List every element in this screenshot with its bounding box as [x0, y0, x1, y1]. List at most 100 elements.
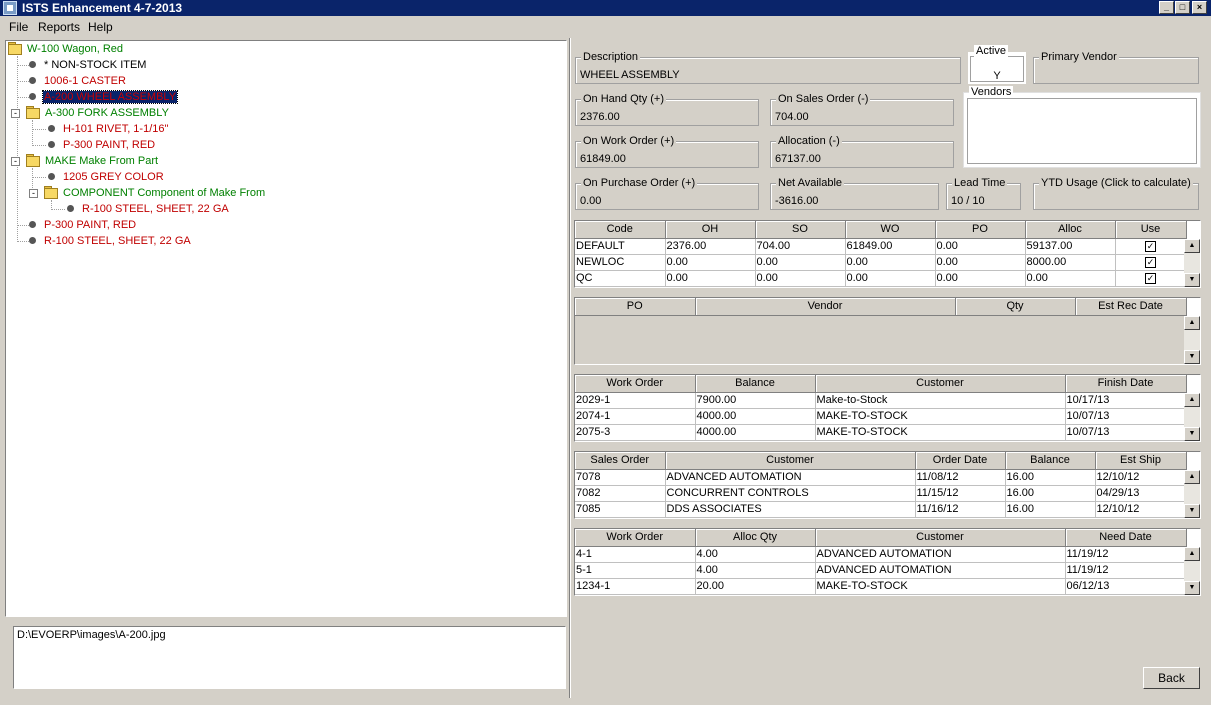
column-header[interactable]: Qty [955, 298, 1076, 316]
column-header[interactable]: Balance [1005, 452, 1096, 470]
menu-reports[interactable]: Reports [38, 20, 80, 34]
column-header[interactable]: Need Date [1065, 529, 1187, 547]
scrollbar[interactable]: ▲ ▼ [1184, 547, 1200, 595]
scrollbar[interactable]: ▲ ▼ [1184, 239, 1200, 287]
column-header[interactable]: Est Ship [1095, 452, 1187, 470]
scroll-up-icon[interactable]: ▲ [1184, 393, 1200, 407]
minimize-button[interactable]: _ [1159, 1, 1174, 14]
column-header[interactable]: Balance [695, 375, 816, 393]
scroll-down-icon[interactable]: ▼ [1184, 427, 1200, 441]
work-orders-grid[interactable]: Work Order Balance Customer Finish Date … [574, 374, 1201, 442]
column-header[interactable]: Vendor [695, 298, 956, 316]
menu-bar: File Reports Help [0, 17, 1211, 37]
grid-header-row: Code OH SO WO PO Alloc Use [575, 221, 1187, 239]
column-header[interactable]: Use [1115, 221, 1187, 239]
splitter[interactable] [569, 38, 571, 698]
item-bullet-icon [48, 173, 55, 180]
table-row[interactable]: DEFAULT 2376.00 704.00 61849.00 0.00 591… [575, 238, 1187, 255]
scroll-up-icon[interactable]: ▲ [1184, 316, 1200, 330]
scrollbar[interactable]: ▲ ▼ [1184, 393, 1200, 441]
sales-orders-grid[interactable]: Sales Order Customer Order Date Balance … [574, 451, 1201, 519]
scroll-down-icon[interactable]: ▼ [1184, 504, 1200, 518]
table-row[interactable]: 7085 DDS ASSOCIATES 11/16/12 16.00 12/10… [575, 501, 1187, 518]
column-header[interactable]: Finish Date [1065, 375, 1187, 393]
tree-node-selected[interactable]: A-200 WHEEL ASSEMBLY [29, 89, 179, 105]
tree-node[interactable]: H-101 RIVET, 1-1/16" [48, 121, 169, 137]
column-header[interactable]: Alloc Qty [695, 529, 816, 547]
scroll-down-icon[interactable]: ▼ [1184, 581, 1200, 595]
table-row[interactable]: 2029-1 7900.00 Make-to-Stock 10/17/13 [575, 392, 1187, 409]
scroll-up-icon[interactable]: ▲ [1184, 239, 1200, 253]
close-button[interactable]: × [1192, 1, 1207, 14]
tree-node[interactable]: COMPONENT Component of Make From [44, 185, 266, 201]
tree-node[interactable]: * NON-STOCK ITEM [29, 57, 147, 73]
table-row[interactable]: 5-1 4.00 ADVANCED AUTOMATION 11/19/12 [575, 562, 1187, 579]
tree-node[interactable]: R-100 STEEL, SHEET, 22 GA [67, 201, 230, 217]
column-header[interactable]: PO [575, 298, 696, 316]
description-value[interactable]: WHEEL ASSEMBLY [580, 69, 680, 81]
maximize-button[interactable]: □ [1175, 1, 1190, 14]
column-header[interactable]: OH [665, 221, 756, 239]
collapse-toggle[interactable]: - [11, 157, 20, 166]
column-header[interactable]: Customer [665, 452, 916, 470]
table-row[interactable]: 2074-1 4000.00 MAKE-TO-STOCK 10/07/13 [575, 408, 1187, 425]
collapse-toggle[interactable]: - [29, 189, 38, 198]
column-header[interactable]: Work Order [575, 375, 696, 393]
active-value[interactable]: Y [968, 70, 1026, 82]
menu-file[interactable]: File [9, 20, 28, 34]
use-checkbox[interactable]: ✓ [1145, 272, 1156, 284]
use-checkbox[interactable]: ✓ [1145, 256, 1156, 268]
scroll-up-icon[interactable]: ▲ [1184, 547, 1200, 561]
tree-node[interactable]: 1205 GREY COLOR [48, 169, 165, 185]
window-title: ISTS Enhancement 4-7-2013 [22, 1, 183, 15]
back-button[interactable]: Back [1143, 667, 1200, 689]
column-header[interactable]: Alloc [1025, 221, 1116, 239]
item-bullet-icon [29, 221, 36, 228]
column-header[interactable]: SO [755, 221, 846, 239]
menu-help[interactable]: Help [88, 20, 113, 34]
grid-header-row: Sales Order Customer Order Date Balance … [575, 452, 1187, 470]
tree-node[interactable]: A-300 FORK ASSEMBLY [26, 105, 170, 121]
tree-node[interactable]: R-100 STEEL, SHEET, 22 GA [29, 233, 192, 249]
allocations-grid[interactable]: Work Order Alloc Qty Customer Need Date … [574, 528, 1201, 596]
column-header[interactable]: Est Rec Date [1075, 298, 1187, 316]
table-row[interactable]: 7078 ADVANCED AUTOMATION 11/08/12 16.00 … [575, 469, 1187, 486]
use-checkbox[interactable]: ✓ [1145, 240, 1156, 252]
scroll-up-icon[interactable]: ▲ [1184, 470, 1200, 484]
column-header[interactable]: Customer [815, 529, 1066, 547]
item-bullet-icon [29, 61, 36, 68]
scrollbar[interactable]: ▲ ▼ [1184, 470, 1200, 518]
locations-grid[interactable]: Code OH SO WO PO Alloc Use DEFAULT 2376.… [574, 220, 1201, 288]
tree-node[interactable]: 1006-1 CASTER [29, 73, 127, 89]
tree-node[interactable]: P-300 PAINT, RED [29, 217, 137, 233]
table-row[interactable]: 1234-1 20.00 MAKE-TO-STOCK 06/12/13 [575, 578, 1187, 595]
purchase-orders-grid[interactable]: PO Vendor Qty Est Rec Date ▲ ▼ [574, 297, 1201, 365]
column-header[interactable]: Order Date [915, 452, 1006, 470]
column-header[interactable]: Code [575, 221, 666, 239]
ytd-usage-field[interactable]: YTD Usage (Click to calculate) [1033, 177, 1199, 210]
scroll-down-icon[interactable]: ▼ [1184, 350, 1200, 364]
column-header[interactable]: PO [935, 221, 1026, 239]
image-path-field[interactable]: D:\EVOERP\images\A-200.jpg [13, 626, 566, 689]
scroll-down-icon[interactable]: ▼ [1184, 273, 1200, 287]
column-header[interactable]: WO [845, 221, 936, 239]
column-header[interactable]: Work Order [575, 529, 696, 547]
item-bullet-icon [48, 125, 55, 132]
tree-node[interactable]: P-300 PAINT, RED [48, 137, 156, 153]
column-header[interactable]: Customer [815, 375, 1066, 393]
tree-node[interactable]: W-100 Wagon, Red [8, 41, 124, 57]
column-header[interactable]: Sales Order [575, 452, 666, 470]
table-row[interactable]: 4-1 4.00 ADVANCED AUTOMATION 11/19/12 [575, 546, 1187, 563]
on-hand-qty-field: On Hand Qty (+) 2376.00 [575, 93, 759, 126]
collapse-toggle[interactable]: - [11, 109, 20, 118]
vendors-list[interactable]: Vendors [963, 86, 1201, 168]
grid-header-row: Work Order Balance Customer Finish Date [575, 375, 1187, 393]
bom-tree[interactable]: W-100 Wagon, Red * NON-STOCK ITEM 1006-1… [5, 40, 567, 617]
tree-node[interactable]: MAKE Make From Part [26, 153, 159, 169]
net-available-field: Net Available -3616.00 [770, 177, 939, 210]
table-row[interactable]: 2075-3 4000.00 MAKE-TO-STOCK 10/07/13 [575, 424, 1187, 441]
table-row[interactable]: QC 0.00 0.00 0.00 0.00 0.00 ✓ [575, 270, 1187, 287]
table-row[interactable]: 7082 CONCURRENT CONTROLS 11/15/12 16.00 … [575, 485, 1187, 502]
table-row[interactable]: NEWLOC 0.00 0.00 0.00 0.00 8000.00 ✓ [575, 254, 1187, 271]
scrollbar[interactable]: ▲ ▼ [1184, 316, 1200, 364]
